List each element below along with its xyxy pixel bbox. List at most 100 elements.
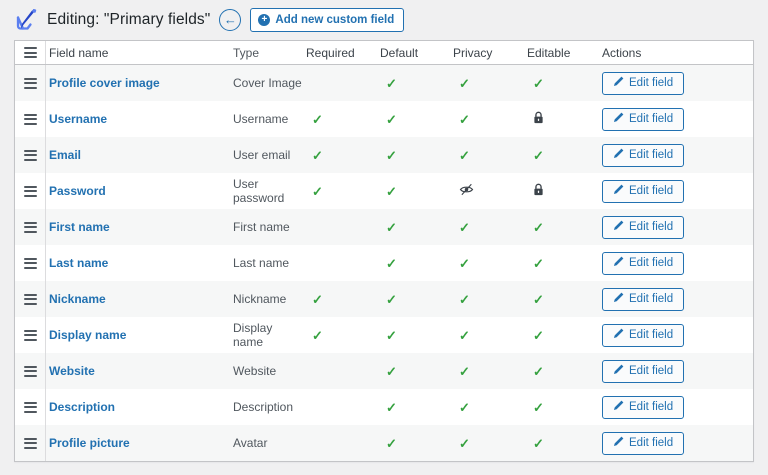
editable-cell: ✓: [524, 245, 599, 281]
required-cell: ✓: [303, 425, 377, 461]
privacy-cell: ✓: [450, 137, 524, 173]
drag-handle-icon[interactable]: [23, 291, 37, 307]
field-type: Last name: [233, 256, 290, 270]
check-icon: ✓: [459, 363, 470, 379]
drag-handle-icon[interactable]: [23, 399, 37, 415]
check-icon: ✓: [386, 111, 397, 127]
privacy-cell: ✓: [450, 65, 524, 101]
default-cell: ✓: [377, 281, 450, 317]
row-drag-handle-cell: [15, 281, 46, 317]
required-cell: ✓: [303, 173, 377, 209]
plus-icon: +: [258, 14, 271, 26]
field-name-link[interactable]: Nickname: [49, 292, 106, 306]
field-name-link[interactable]: Email: [49, 148, 81, 162]
row-drag-handle-cell: [15, 137, 46, 173]
column-header-actions: Actions: [602, 45, 642, 60]
drag-handle-icon[interactable]: [23, 435, 37, 451]
check-icon: ✓: [459, 111, 470, 127]
back-arrow-icon: ←: [223, 12, 237, 27]
edit-button-label: Edit field: [629, 257, 674, 269]
check-icon: ✓: [386, 219, 397, 235]
edit-field-button[interactable]: Edit field: [602, 107, 685, 131]
field-name-link[interactable]: Password: [49, 184, 106, 198]
edit-button-label: Edit field: [629, 437, 674, 449]
privacy-cell: ✓: [450, 353, 524, 389]
drag-handle-icon[interactable]: [23, 147, 37, 163]
edit-button-label: Edit field: [629, 401, 674, 413]
check-icon: ✓: [459, 255, 470, 271]
field-type: Description: [233, 400, 294, 414]
row-drag-handle-cell: [15, 389, 46, 425]
privacy-cell: ✓: [450, 173, 524, 209]
edit-button-label: Edit field: [629, 329, 674, 341]
default-cell: ✓: [377, 101, 450, 137]
edit-field-button[interactable]: Edit field: [602, 323, 685, 347]
edit-field-button[interactable]: Edit field: [602, 143, 685, 167]
pencil-icon: [613, 400, 624, 414]
check-icon: ✓: [386, 399, 397, 415]
required-cell: ✓: [303, 65, 377, 101]
required-cell: ✓: [303, 317, 377, 353]
edit-field-button[interactable]: Edit field: [602, 71, 685, 95]
check-icon: ✓: [533, 291, 544, 307]
drag-handle-icon[interactable]: [23, 363, 37, 379]
check-icon: ✓: [386, 75, 397, 91]
check-icon: ✓: [459, 291, 470, 307]
field-name-link[interactable]: Description: [49, 400, 115, 414]
column-header-required: Required: [306, 45, 355, 60]
field-name-link[interactable]: Display name: [49, 328, 126, 342]
field-type: User email: [233, 148, 291, 162]
privacy-cell: ✓: [450, 389, 524, 425]
drag-handle-icon[interactable]: [23, 75, 37, 91]
add-new-custom-field-button[interactable]: + Add new custom field: [250, 8, 405, 32]
table-row: Email User email ✓ ✓ ✓ ✓ Edit field: [15, 137, 753, 173]
table-row: First name First name ✓ ✓ ✓ ✓: [15, 209, 753, 245]
drag-handle-icon[interactable]: [23, 219, 37, 235]
field-type: Cover Image: [233, 76, 302, 90]
edit-field-button[interactable]: Edit field: [602, 179, 685, 203]
field-name-link[interactable]: Username: [49, 112, 107, 126]
lock-icon: [533, 183, 544, 199]
privacy-cell: ✓: [450, 425, 524, 461]
check-icon: ✓: [533, 399, 544, 415]
check-icon: ✓: [533, 435, 544, 451]
field-name-link[interactable]: First name: [49, 220, 110, 234]
edit-field-button[interactable]: Edit field: [602, 251, 685, 275]
row-drag-handle-cell: [15, 425, 46, 461]
lock-icon: [533, 111, 544, 127]
check-icon: ✓: [459, 147, 470, 163]
pencil-icon: [613, 292, 624, 306]
check-icon: ✓: [386, 255, 397, 271]
drag-handle-icon[interactable]: [23, 327, 37, 343]
field-name-link[interactable]: Last name: [49, 256, 108, 270]
back-button[interactable]: ←: [219, 9, 242, 31]
field-type: Username: [233, 112, 289, 126]
privacy-cell: ✓: [450, 281, 524, 317]
required-cell: ✓: [303, 101, 377, 137]
pencil-icon: [613, 436, 624, 450]
table-row: Profile picture Avatar ✓ ✓ ✓ ✓: [15, 425, 753, 461]
edit-button-label: Edit field: [629, 185, 674, 197]
table-header-row: Field name Type Required Default Privacy…: [15, 41, 753, 65]
drag-handle-icon[interactable]: [23, 111, 37, 127]
table-row: Description Description ✓ ✓ ✓ ✓: [15, 389, 753, 425]
field-name-link[interactable]: Profile cover image: [49, 76, 160, 90]
check-icon: ✓: [386, 363, 397, 379]
edit-field-button[interactable]: Edit field: [602, 395, 685, 419]
field-name-link[interactable]: Profile picture: [49, 436, 130, 450]
edit-field-button[interactable]: Edit field: [602, 359, 685, 383]
edit-field-button[interactable]: Edit field: [602, 287, 685, 311]
edit-field-button[interactable]: Edit field: [602, 215, 685, 239]
header-drag-handle-cell: [15, 41, 46, 64]
drag-handle-icon[interactable]: [23, 183, 37, 199]
required-cell: ✓: [303, 245, 377, 281]
edit-button-label: Edit field: [629, 221, 674, 233]
edit-field-button[interactable]: Edit field: [602, 431, 685, 455]
drag-handle-icon[interactable]: [23, 255, 37, 271]
table-body: Profile cover image Cover Image ✓ ✓ ✓ ✓: [15, 65, 753, 461]
table-row: Nickname Nickname ✓ ✓ ✓ ✓ Edit field: [15, 281, 753, 317]
pencil-icon: [613, 148, 624, 162]
privacy-cell: ✓: [450, 209, 524, 245]
default-cell: ✓: [377, 353, 450, 389]
field-name-link[interactable]: Website: [49, 364, 95, 378]
